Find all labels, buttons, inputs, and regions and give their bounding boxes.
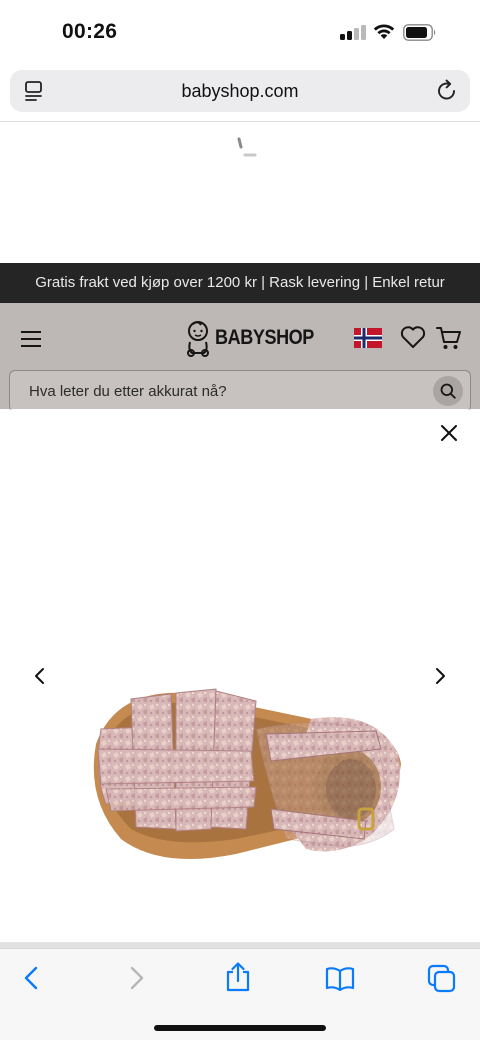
address-bar[interactable]: babyshop.com [10, 70, 470, 112]
tabs-icon[interactable] [427, 964, 457, 994]
back-arrow-icon[interactable] [22, 965, 42, 991]
hamburger-menu-icon[interactable] [20, 330, 42, 348]
heart-icon[interactable] [400, 325, 426, 349]
product-image [93, 688, 402, 859]
status-bar: 00:26 [0, 0, 480, 64]
babyshop-logo[interactable]: BABYSHOP [184, 320, 314, 360]
search-input[interactable]: Hva leter du etter akkurat nå? [9, 370, 471, 412]
cart-icon[interactable] [436, 325, 462, 351]
battery-icon [403, 24, 436, 41]
chevron-right-icon[interactable] [430, 664, 450, 688]
forward-arrow-icon[interactable] [126, 965, 146, 991]
divider [0, 121, 480, 122]
promo-text: Gratis frakt ved kjøp over 1200 kr | Ras… [35, 274, 445, 291]
bookmarks-icon[interactable] [324, 966, 356, 992]
close-icon[interactable] [437, 421, 461, 445]
baby-logo-icon [187, 321, 209, 357]
promo-banner: Gratis frakt ved kjøp over 1200 kr | Ras… [0, 263, 480, 303]
logo-text: BABYSHOP [215, 326, 314, 349]
reload-icon[interactable] [436, 79, 458, 103]
share-icon[interactable] [224, 961, 252, 993]
search-placeholder: Hva leter du etter akkurat nå? [29, 383, 227, 400]
site-header: BABYSHOP Hva leter du etter akkurat nå? [0, 303, 480, 412]
cellular-signal-icon [340, 24, 366, 40]
image-gallery-modal [0, 409, 480, 942]
norway-flag-icon[interactable] [354, 328, 382, 348]
home-indicator [154, 1025, 326, 1031]
search-button[interactable] [433, 376, 463, 406]
status-time: 00:26 [62, 20, 118, 43]
loading-spinner-icon [237, 137, 257, 157]
wifi-icon [373, 24, 395, 39]
url-text[interactable]: babyshop.com [10, 81, 470, 102]
chevron-left-icon[interactable] [30, 664, 50, 688]
search-icon [440, 383, 456, 399]
